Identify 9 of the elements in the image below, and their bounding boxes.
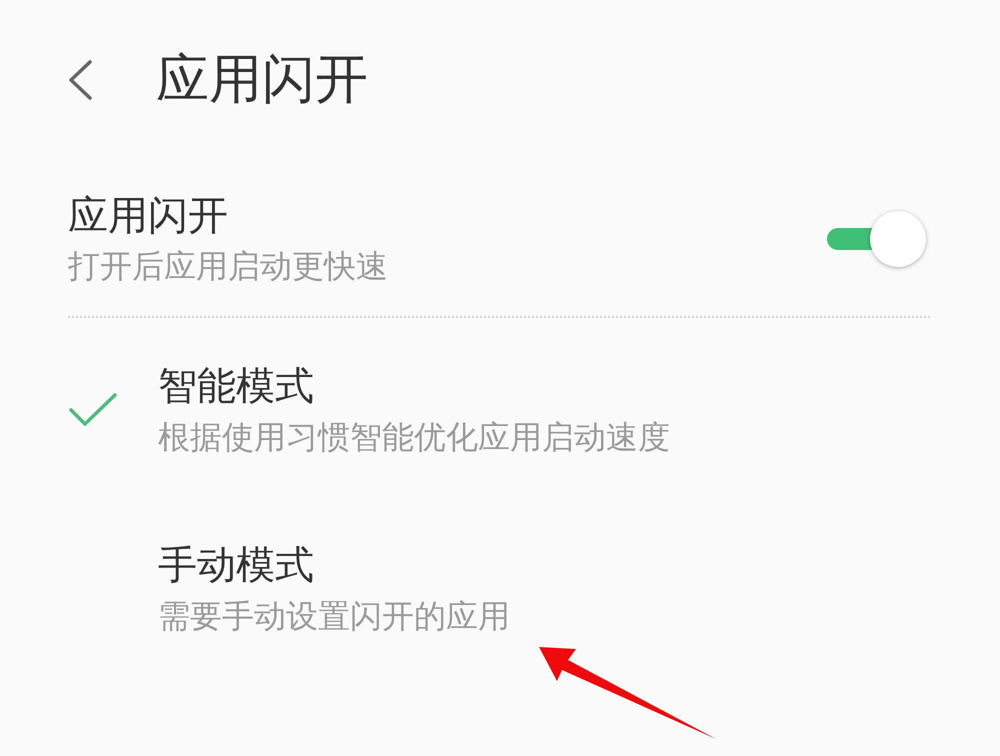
chevron-left-icon <box>66 59 94 101</box>
mode-description: 需要手动设置闪开的应用 <box>158 596 510 636</box>
page-title: 应用闪开 <box>156 48 368 112</box>
back-button[interactable] <box>66 59 94 101</box>
setting-description: 打开后应用启动更快速 <box>68 246 388 286</box>
setting-title: 应用闪开 <box>68 192 228 240</box>
mode-description: 根据使用习惯智能优化应用启动速度 <box>158 416 670 457</box>
mode-title[interactable]: 手动模式 <box>158 542 314 590</box>
mode-title[interactable]: 智能模式 <box>158 364 314 411</box>
